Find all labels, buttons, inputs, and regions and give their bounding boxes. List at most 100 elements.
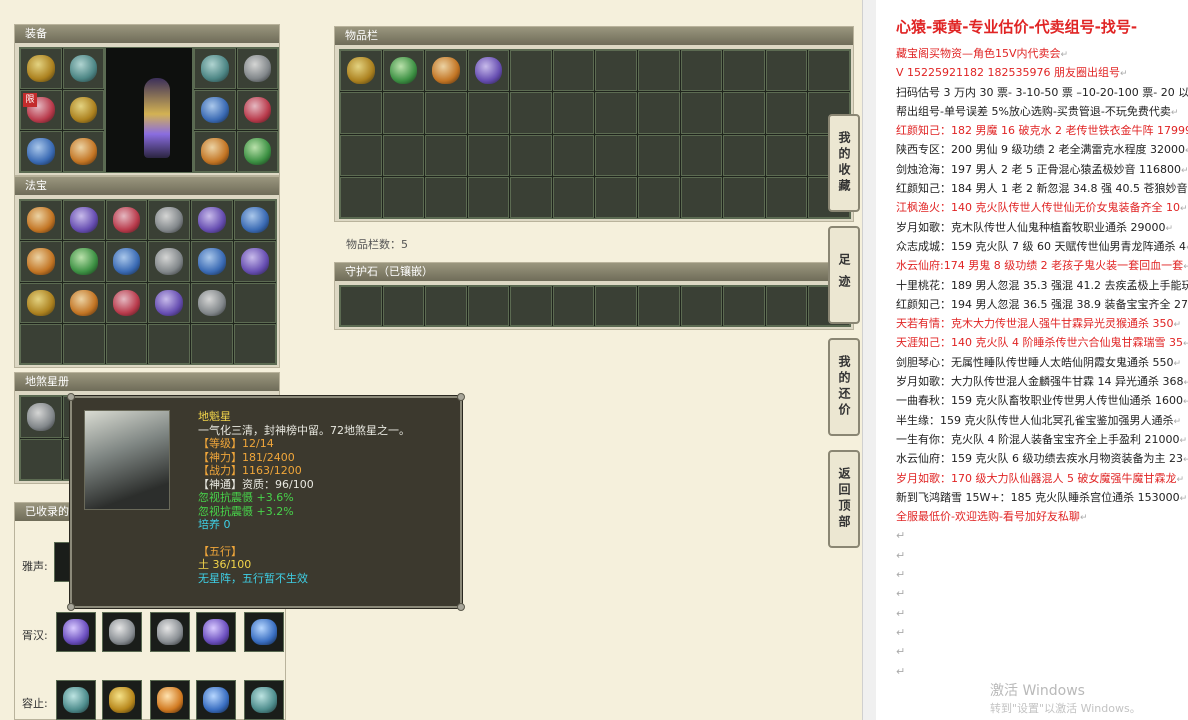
inventory-slot-empty[interactable] bbox=[723, 134, 765, 176]
inventory-slot[interactable] bbox=[425, 50, 467, 92]
fabao-slot[interactable] bbox=[148, 200, 191, 241]
equip-slot-6[interactable] bbox=[62, 131, 104, 172]
fabao-slot-empty[interactable] bbox=[20, 323, 62, 364]
inventory-slot-empty[interactable] bbox=[552, 134, 595, 176]
inventory-slot-empty[interactable] bbox=[382, 176, 425, 218]
fabao-slot[interactable] bbox=[191, 282, 234, 323]
inventory-slot-empty[interactable] bbox=[595, 92, 638, 134]
fabao-slot[interactable] bbox=[105, 241, 148, 282]
collected-icon[interactable] bbox=[244, 680, 284, 720]
inventory-slot-empty[interactable] bbox=[467, 176, 510, 218]
disha-slot-empty[interactable] bbox=[20, 438, 62, 480]
fabao-slot-empty[interactable] bbox=[62, 323, 105, 364]
inventory-slot-empty[interactable] bbox=[510, 176, 552, 218]
inventory-slot-empty[interactable] bbox=[552, 92, 595, 134]
inventory-slot[interactable] bbox=[382, 50, 425, 92]
fabao-slot-empty[interactable] bbox=[191, 323, 234, 364]
equip-slot-4[interactable] bbox=[62, 89, 104, 131]
side-tab-footprint[interactable]: 足迹 bbox=[828, 226, 860, 324]
inventory-slot-empty[interactable] bbox=[723, 176, 765, 218]
fabao-slot[interactable] bbox=[20, 241, 62, 282]
fabao-slot-empty[interactable] bbox=[234, 282, 276, 323]
collected-icon[interactable] bbox=[150, 612, 190, 652]
guard-slot[interactable] bbox=[595, 286, 638, 326]
inventory-slot-empty[interactable] bbox=[638, 92, 680, 134]
collected-icon[interactable] bbox=[196, 612, 236, 652]
equip-slot-7[interactable] bbox=[194, 48, 236, 89]
guard-slot[interactable] bbox=[723, 286, 765, 326]
inventory-slot-empty[interactable] bbox=[510, 134, 552, 176]
inventory-slot-empty[interactable] bbox=[595, 134, 638, 176]
inventory-slot-empty[interactable] bbox=[638, 176, 680, 218]
equip-slot-9[interactable] bbox=[194, 89, 236, 131]
guard-slot[interactable] bbox=[425, 286, 467, 326]
fabao-slot[interactable] bbox=[234, 200, 276, 241]
collected-icon[interactable] bbox=[102, 680, 142, 720]
guard-slot[interactable] bbox=[467, 286, 510, 326]
guard-slot[interactable] bbox=[340, 286, 382, 326]
disha-slot[interactable] bbox=[20, 396, 62, 438]
inventory-slot-empty[interactable] bbox=[723, 92, 765, 134]
collected-icon[interactable] bbox=[56, 612, 96, 652]
fabao-slot[interactable] bbox=[148, 282, 191, 323]
inventory-slot-empty[interactable] bbox=[680, 176, 723, 218]
collected-icon[interactable] bbox=[196, 680, 236, 720]
fabao-slot[interactable] bbox=[20, 282, 62, 323]
side-tab-favorites[interactable]: 我的收藏 bbox=[828, 114, 860, 212]
equip-slot-2[interactable] bbox=[62, 48, 104, 89]
inventory-slot-empty[interactable] bbox=[595, 176, 638, 218]
equip-slot-3[interactable]: 限 bbox=[20, 89, 62, 131]
fabao-slot[interactable] bbox=[148, 241, 191, 282]
inventory-slot-empty[interactable] bbox=[340, 92, 382, 134]
inventory-slot-empty[interactable] bbox=[340, 134, 382, 176]
inventory-slot-empty[interactable] bbox=[680, 50, 723, 92]
inventory-slot-empty[interactable] bbox=[638, 134, 680, 176]
inventory-slot-empty[interactable] bbox=[765, 50, 808, 92]
inventory-slot-empty[interactable] bbox=[680, 92, 723, 134]
fabao-slot[interactable] bbox=[62, 241, 105, 282]
guard-slot[interactable] bbox=[680, 286, 723, 326]
side-tab-back-to-top[interactable]: 返回顶部 bbox=[828, 450, 860, 548]
side-tab-counteroffer[interactable]: 我的还价 bbox=[828, 338, 860, 436]
guard-slot[interactable] bbox=[765, 286, 808, 326]
fabao-slot[interactable] bbox=[105, 282, 148, 323]
inventory-slot-empty[interactable] bbox=[765, 176, 808, 218]
inventory-slot-empty[interactable] bbox=[765, 92, 808, 134]
equip-slot-8[interactable] bbox=[236, 48, 278, 89]
fabao-slot[interactable] bbox=[62, 200, 105, 241]
inventory-slot-empty[interactable] bbox=[425, 134, 467, 176]
equip-slot-1[interactable] bbox=[20, 48, 62, 89]
inventory-slot[interactable] bbox=[340, 50, 382, 92]
inventory-slot-empty[interactable] bbox=[467, 92, 510, 134]
equip-slot-11[interactable] bbox=[194, 131, 236, 172]
fabao-slot[interactable] bbox=[20, 200, 62, 241]
collected-icon[interactable] bbox=[244, 612, 284, 652]
equip-slot-10[interactable] bbox=[236, 89, 278, 131]
collected-icon[interactable] bbox=[150, 680, 190, 720]
inventory-slot-empty[interactable] bbox=[808, 50, 850, 92]
inventory-slot-empty[interactable] bbox=[382, 92, 425, 134]
guard-slot[interactable] bbox=[638, 286, 680, 326]
inventory-slot-empty[interactable] bbox=[425, 92, 467, 134]
fabao-slot-empty[interactable] bbox=[105, 323, 148, 364]
guard-slot[interactable] bbox=[382, 286, 425, 326]
equip-slot-5[interactable] bbox=[20, 131, 62, 172]
inventory-slot-empty[interactable] bbox=[765, 134, 808, 176]
fabao-slot-empty[interactable] bbox=[234, 323, 276, 364]
inventory-slot-empty[interactable] bbox=[340, 176, 382, 218]
inventory-slot-empty[interactable] bbox=[552, 50, 595, 92]
fabao-slot[interactable] bbox=[191, 241, 234, 282]
inventory-slot-empty[interactable] bbox=[467, 134, 510, 176]
collected-icon[interactable] bbox=[56, 680, 96, 720]
fabao-slot-empty[interactable] bbox=[148, 323, 191, 364]
scrollbar-track[interactable] bbox=[862, 0, 876, 720]
inventory-slot-empty[interactable] bbox=[552, 176, 595, 218]
fabao-slot[interactable] bbox=[105, 200, 148, 241]
inventory-slot[interactable] bbox=[467, 50, 510, 92]
inventory-slot-empty[interactable] bbox=[510, 92, 552, 134]
equip-slot-12[interactable] bbox=[236, 131, 278, 172]
inventory-slot-empty[interactable] bbox=[638, 50, 680, 92]
fabao-slot[interactable] bbox=[62, 282, 105, 323]
inventory-slot-empty[interactable] bbox=[723, 50, 765, 92]
inventory-slot-empty[interactable] bbox=[680, 134, 723, 176]
